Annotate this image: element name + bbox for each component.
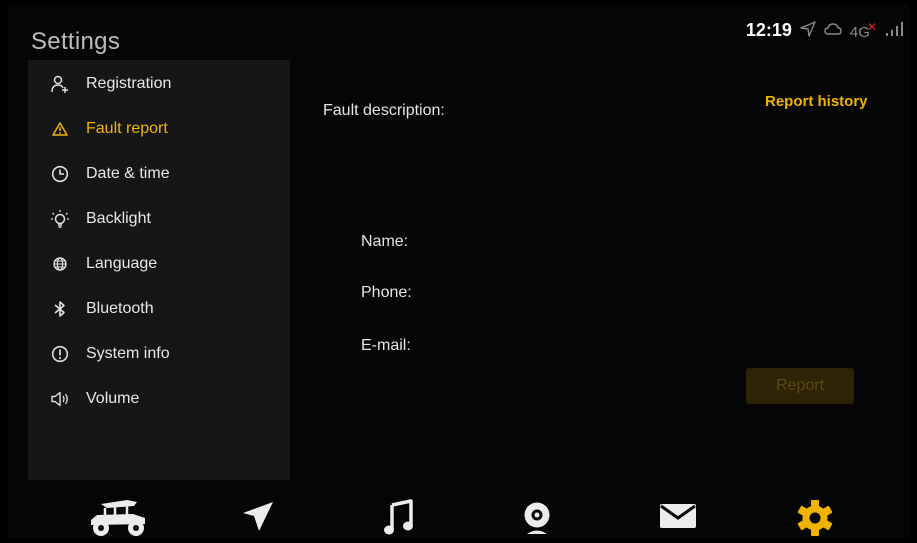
bottom-nav-navigation[interactable] <box>240 498 274 538</box>
fault-description-label: Fault description: <box>323 102 445 119</box>
sidebar-item-fault-report[interactable]: Fault report <box>28 109 290 149</box>
sidebar-item-label: Bluetooth <box>86 300 154 317</box>
user-add-icon <box>50 75 70 93</box>
mail-icon <box>658 504 698 536</box>
sidebar-item-label: Backlight <box>86 210 151 227</box>
no-data-icon: ✕ <box>866 20 877 34</box>
bottom-nav-settings[interactable] <box>795 498 835 538</box>
bottom-nav-music[interactable] <box>384 498 414 538</box>
sidebar-item-date-time[interactable]: Date & time <box>28 154 290 194</box>
globe-icon <box>50 256 70 272</box>
location-icon <box>800 20 816 41</box>
email-label: E-mail: <box>361 337 411 354</box>
bottom-nav-mail[interactable] <box>658 498 698 538</box>
camera-icon <box>522 502 552 542</box>
lightbulb-icon <box>50 209 70 229</box>
clock-time: 12:19 <box>745 20 792 40</box>
bluetooth-icon <box>50 300 70 318</box>
sidebar-item-bluetooth[interactable]: Bluetooth <box>28 289 290 329</box>
music-icon <box>384 499 414 540</box>
network-indicator: 4G✕ <box>850 20 877 41</box>
cloud-icon <box>824 22 842 40</box>
page-title: Settings <box>31 28 121 55</box>
info-icon <box>50 345 70 363</box>
sidebar-item-volume[interactable]: Volume <box>28 379 290 419</box>
sidebar-item-label: Fault report <box>86 120 168 137</box>
bottom-nav-camera[interactable] <box>522 498 552 538</box>
vehicle-icon <box>87 500 149 542</box>
settings-sidebar: Registration Fault report Date & time Ba… <box>28 60 290 480</box>
bottom-nav-vehicle[interactable] <box>87 498 149 538</box>
status-bar: 12:19 4G✕ <box>746 20 903 41</box>
clock-icon <box>50 165 70 183</box>
bottom-nav-bar <box>8 488 909 538</box>
sidebar-item-system-info[interactable]: System info <box>28 334 290 374</box>
sidebar-item-label: Date & time <box>86 165 170 182</box>
report-history-link[interactable]: Report history <box>765 93 868 110</box>
sidebar-item-label: Volume <box>86 390 140 407</box>
phone-label: Phone: <box>361 284 412 301</box>
sidebar-item-label: Registration <box>86 75 172 92</box>
sidebar-item-label: Language <box>86 255 158 272</box>
sidebar-item-label: System info <box>86 345 170 362</box>
sidebar-item-backlight[interactable]: Backlight <box>28 199 290 239</box>
warning-icon <box>50 121 70 137</box>
sidebar-item-language[interactable]: Language <box>28 244 290 284</box>
report-button[interactable]: Report <box>746 368 854 404</box>
sidebar-item-registration[interactable]: Registration <box>28 64 290 104</box>
speaker-icon <box>50 390 70 408</box>
settings-screen: Settings 12:19 4G✕ Registration Fault re… <box>8 4 909 538</box>
signal-icon <box>885 21 903 40</box>
settings-icon <box>795 500 835 542</box>
name-label: Name: <box>361 233 409 250</box>
navigation-icon <box>240 502 274 538</box>
